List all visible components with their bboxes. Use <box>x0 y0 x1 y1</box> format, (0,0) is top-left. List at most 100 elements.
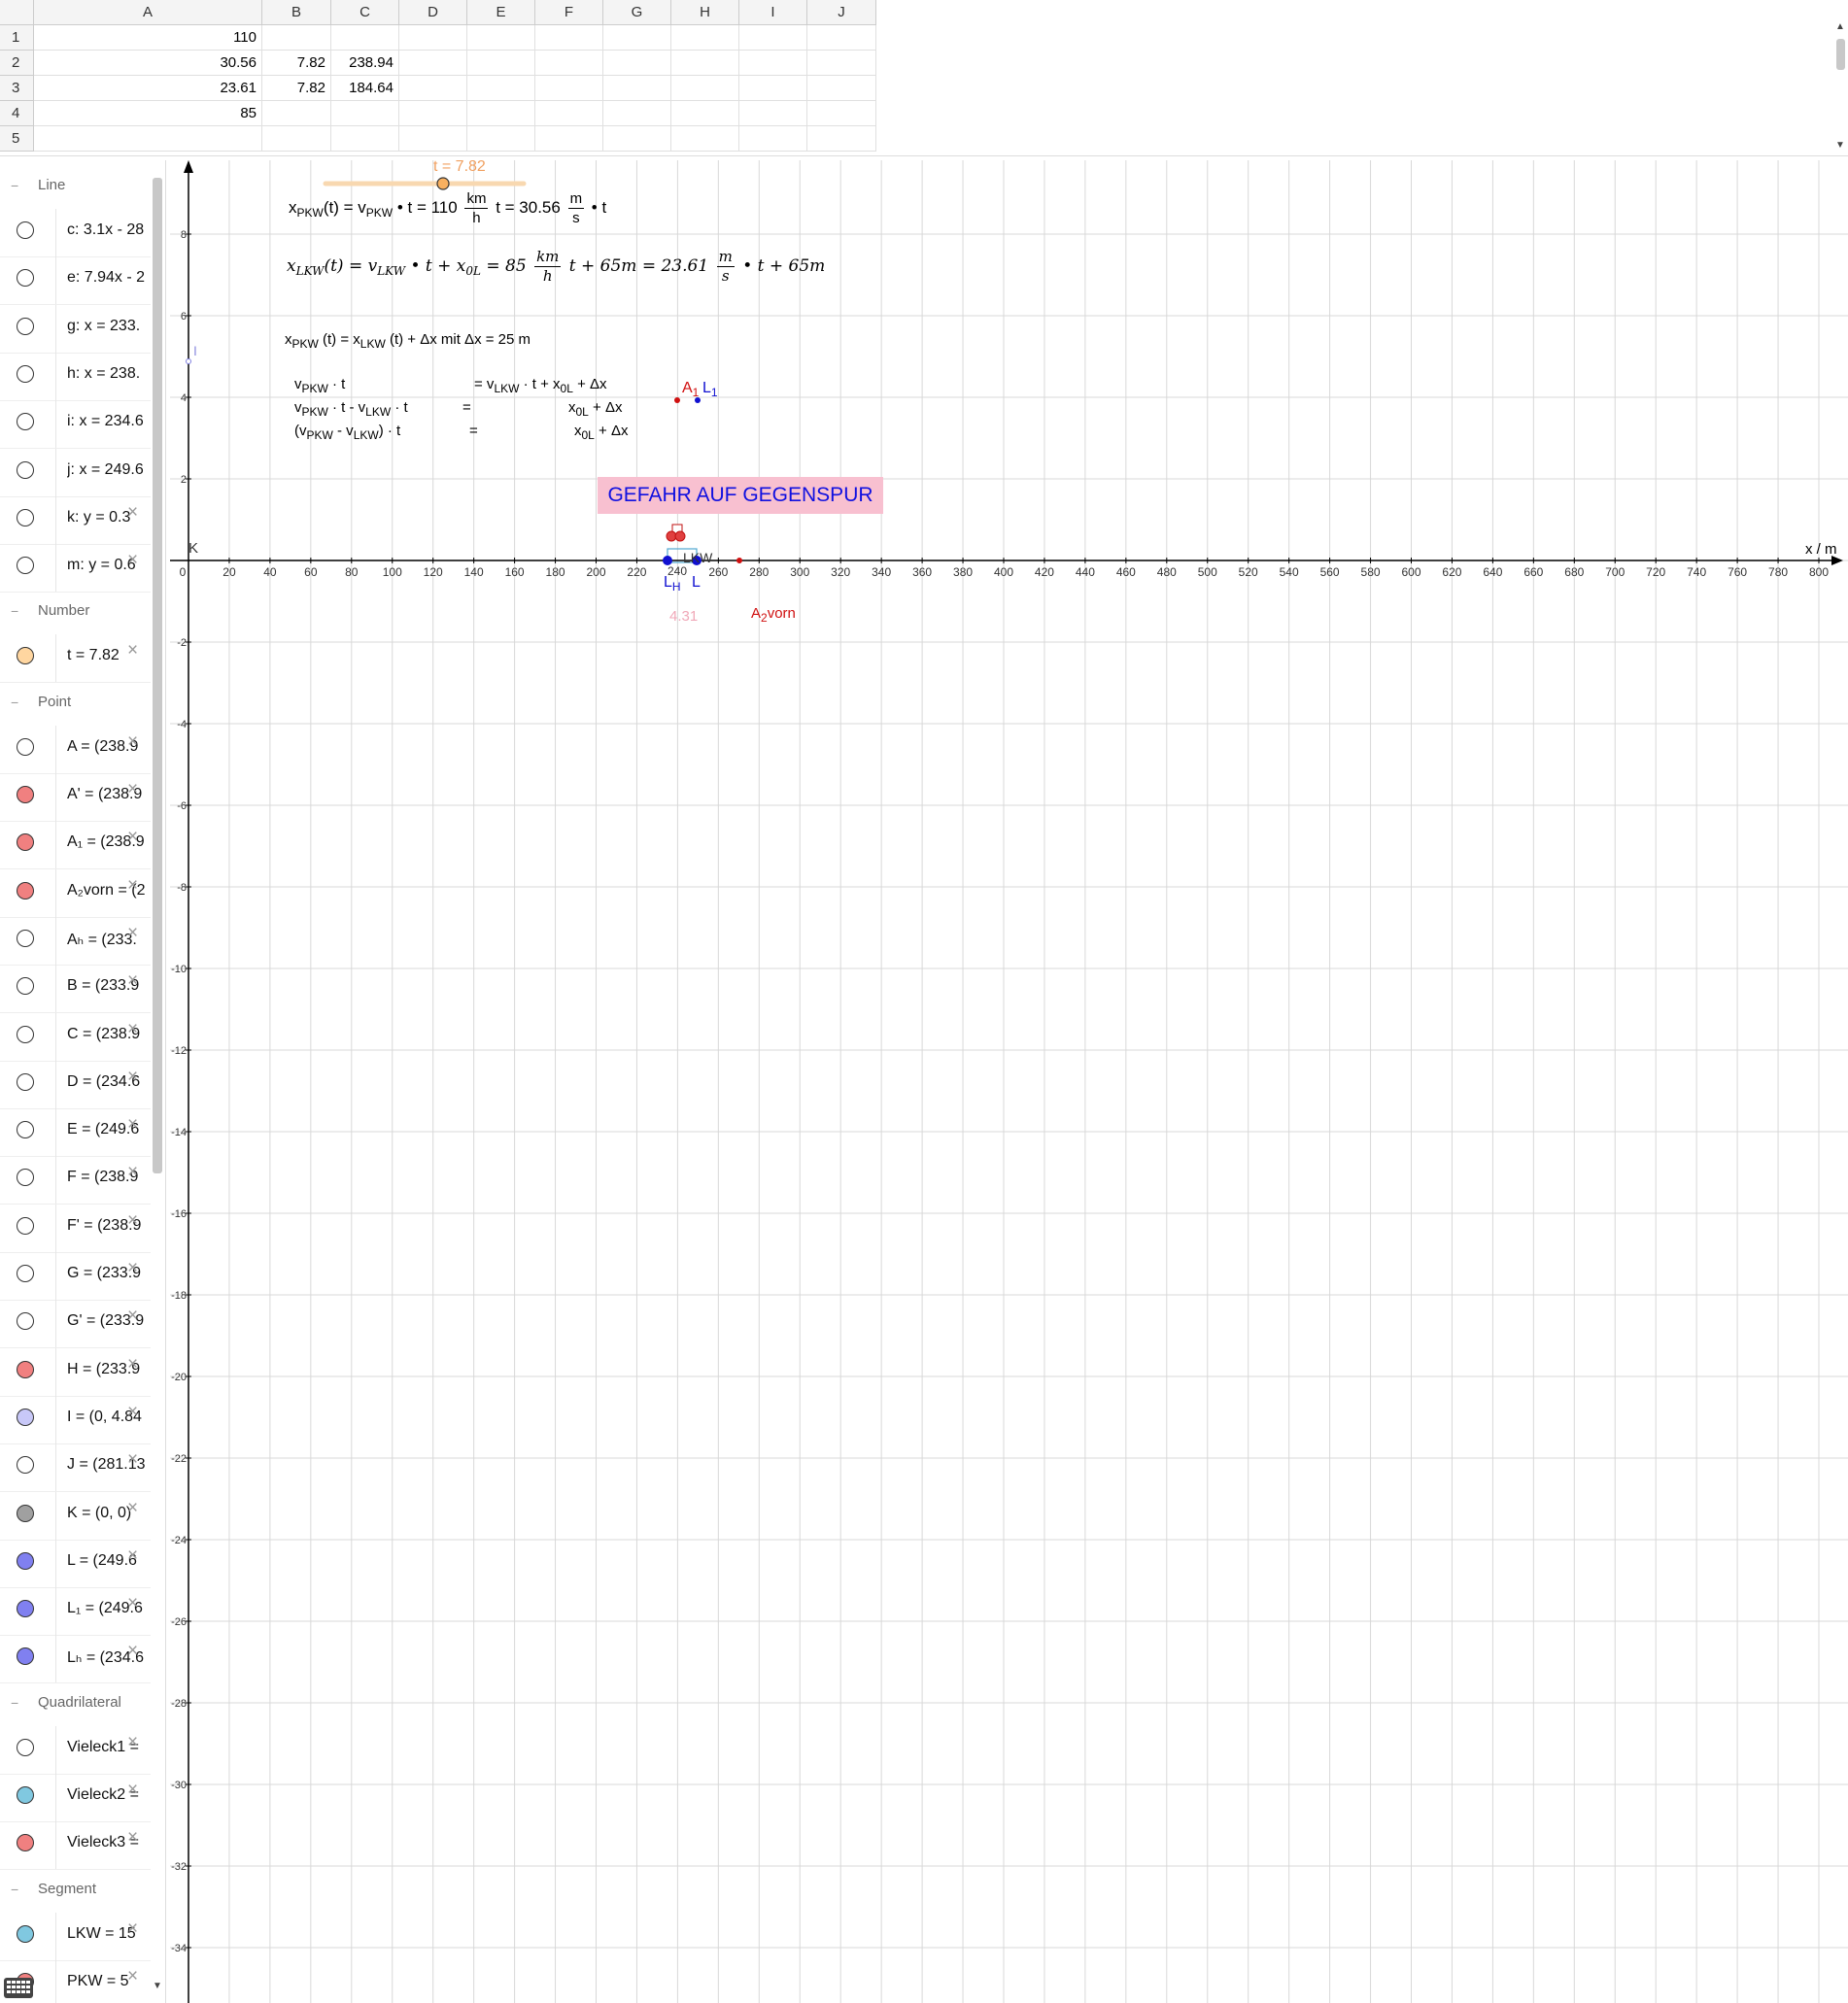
visibility-toggle-icon[interactable] <box>17 1312 34 1331</box>
row-header[interactable]: 3 <box>0 76 34 101</box>
algebra-item-text[interactable]: L = (249.6 <box>67 1552 153 1570</box>
algebra-item[interactable]: LKW = 15 × <box>0 1912 151 1961</box>
spreadsheet-scrollbar[interactable]: ▲ ▼ <box>1834 21 1846 153</box>
algebra-item[interactable]: h: x = 238. <box>0 352 151 401</box>
delete-icon[interactable]: × <box>127 875 138 897</box>
algebra-item-text[interactable]: A' = (238.9 <box>67 786 153 803</box>
algebra-item[interactable]: I = (0, 4.84 × <box>0 1395 153 1444</box>
algebra-item[interactable]: A' = (238.9 × <box>0 773 151 822</box>
group-header-quadrilateral[interactable]: − Quadrilateral <box>0 1683 151 1726</box>
cell-e1[interactable] <box>467 25 535 51</box>
algebra-item-text[interactable]: Vieleck1 = <box>67 1739 153 1756</box>
delete-icon[interactable]: × <box>127 1449 138 1471</box>
graphics-canvas[interactable]: 0 20 40 60 80 100 120 140 160 180 200 220 260 280 300 3… <box>170 160 1848 2003</box>
algebra-scrollbar[interactable]: ▼ <box>152 166 163 2002</box>
visibility-toggle-icon[interactable] <box>17 221 34 239</box>
column-header-j[interactable]: J <box>807 0 876 25</box>
cell-i3[interactable] <box>739 76 807 101</box>
cell-a1[interactable]: 110 <box>34 25 262 51</box>
algebra-item[interactable]: G = (233.9 × <box>0 1252 151 1301</box>
algebra-item[interactable]: c: 3.1x - 28 <box>0 209 151 257</box>
cell-h5[interactable] <box>671 126 739 152</box>
delete-icon[interactable]: × <box>127 1732 138 1753</box>
cell-f4[interactable] <box>535 101 603 126</box>
algebra-item[interactable]: L = (249.6 × <box>0 1539 153 1588</box>
delete-icon[interactable]: × <box>127 827 138 848</box>
algebra-item[interactable]: H = (233.9 × <box>0 1347 151 1397</box>
collapse-icon[interactable]: − <box>11 603 18 619</box>
algebra-item-text[interactable]: I = (0, 4.84 <box>67 1409 153 1426</box>
cell-c2[interactable]: 238.94 <box>331 51 399 76</box>
delete-icon[interactable]: × <box>127 1966 138 1987</box>
cell-i2[interactable] <box>739 51 807 76</box>
visibility-toggle-icon[interactable] <box>17 1216 34 1235</box>
algebra-item[interactable]: Lₕ = (234.6 × <box>0 1635 151 1684</box>
algebra-item-text[interactable]: C = (238.9 <box>67 1026 153 1043</box>
scroll-down-icon[interactable]: ▼ <box>1835 140 1845 151</box>
cell-i1[interactable] <box>739 25 807 51</box>
algebra-item-text[interactable]: K = (0, 0) <box>67 1505 153 1522</box>
cell-a4[interactable]: 85 <box>34 101 262 126</box>
cell-d5[interactable] <box>399 126 467 152</box>
cell-c1[interactable] <box>331 25 399 51</box>
delete-icon[interactable]: × <box>127 1114 138 1136</box>
algebra-item-text[interactable]: F' = (238.9 <box>67 1217 153 1235</box>
cell-f1[interactable] <box>535 25 603 51</box>
column-header-f[interactable]: F <box>535 0 603 25</box>
cell-j5[interactable] <box>807 126 876 152</box>
delete-icon[interactable]: × <box>127 1545 138 1567</box>
algebra-item[interactable]: g: x = 233. <box>0 304 151 354</box>
algebra-item-text[interactable]: Vieleck2 = <box>67 1786 153 1804</box>
cell-c5[interactable] <box>331 126 399 152</box>
algebra-item[interactable]: B = (233.9 × <box>0 965 151 1014</box>
delete-icon[interactable]: × <box>127 1593 138 1614</box>
visibility-toggle-icon[interactable] <box>17 647 34 665</box>
cell-g1[interactable] <box>603 25 671 51</box>
visibility-toggle-icon[interactable] <box>17 1025 34 1043</box>
cell-h2[interactable] <box>671 51 739 76</box>
cell-f2[interactable] <box>535 51 603 76</box>
delete-icon[interactable]: × <box>127 1162 138 1183</box>
scroll-down-icon[interactable]: ▼ <box>153 1981 162 1991</box>
delete-icon[interactable]: × <box>127 923 138 944</box>
algebra-item[interactable]: t = 7.82 × <box>0 634 153 684</box>
visibility-toggle-icon[interactable] <box>17 1072 34 1091</box>
algebra-item-text[interactable]: PKW = 5 <box>67 1973 153 1990</box>
delete-icon[interactable]: × <box>127 1019 138 1040</box>
delete-icon[interactable]: × <box>127 1306 138 1327</box>
visibility-toggle-icon[interactable] <box>17 1265 34 1282</box>
algebra-item-text[interactable]: t = 7.82 <box>67 647 153 664</box>
algebra-item[interactable]: k: y = 0.3 × <box>0 495 151 545</box>
algebra-item[interactable]: K = (0, 0) × <box>0 1491 153 1541</box>
delete-icon[interactable]: × <box>127 640 138 662</box>
delete-icon[interactable]: × <box>127 1641 138 1662</box>
cell-d2[interactable] <box>399 51 467 76</box>
cell-d4[interactable] <box>399 101 467 126</box>
delete-icon[interactable]: × <box>127 970 138 992</box>
group-header-segment[interactable]: − Segment <box>0 1870 151 1913</box>
cell-f3[interactable] <box>535 76 603 101</box>
delete-icon[interactable]: × <box>127 550 138 571</box>
visibility-toggle-icon[interactable] <box>17 1738 34 1756</box>
algebra-item-text[interactable]: L₁ = (249.6 <box>67 1600 153 1617</box>
algebra-item-text[interactable]: F = (238.9 <box>67 1169 153 1186</box>
algebra-item-text[interactable]: G = (233.9 <box>67 1265 153 1282</box>
scrollbar-thumb[interactable] <box>153 178 162 1173</box>
algebra-item-text[interactable]: G' = (233.9 <box>67 1312 153 1330</box>
algebra-item[interactable]: J = (281.13 × <box>0 1443 151 1493</box>
visibility-toggle-icon[interactable] <box>17 1121 34 1139</box>
column-header-i[interactable]: I <box>739 0 807 25</box>
visibility-toggle-icon[interactable] <box>17 1924 34 1943</box>
delete-icon[interactable]: × <box>127 1258 138 1279</box>
algebra-item[interactable]: i: x = 234.6 <box>0 400 151 450</box>
cell-i5[interactable] <box>739 126 807 152</box>
cell-h4[interactable] <box>671 101 739 126</box>
cell-a2[interactable]: 30.56 <box>34 51 262 76</box>
scroll-up-icon[interactable]: ▲ <box>1835 21 1845 32</box>
cell-f5[interactable] <box>535 126 603 152</box>
visibility-toggle-icon[interactable] <box>17 1456 34 1475</box>
cell-b3[interactable]: 7.82 <box>262 76 331 101</box>
group-header-line[interactable]: − Line <box>0 166 151 209</box>
cell-e3[interactable] <box>467 76 535 101</box>
delete-icon[interactable]: × <box>127 1780 138 1801</box>
